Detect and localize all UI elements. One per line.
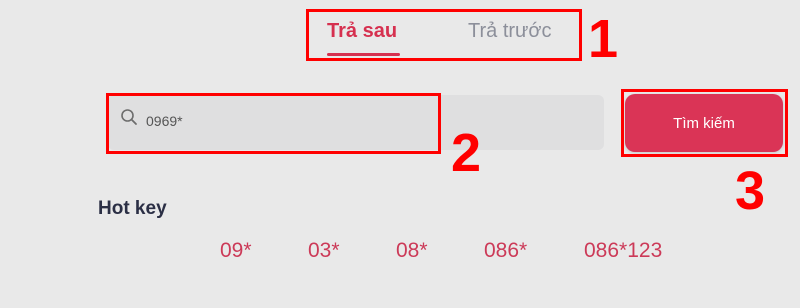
annotation-box-3 — [621, 89, 788, 157]
hotkey-item[interactable]: 086*123 — [584, 239, 662, 263]
annotation-box-1 — [306, 9, 582, 61]
hotkey-item[interactable]: 03* — [308, 239, 340, 263]
hotkey-item[interactable]: 086* — [484, 239, 527, 263]
hotkey-title: Hot key — [98, 198, 167, 219]
hotkey-item[interactable]: 08* — [396, 239, 428, 263]
annotation-number-1: 1 — [588, 9, 619, 69]
annotation-number-2: 2 — [451, 123, 482, 183]
hotkey-item[interactable]: 09* — [220, 239, 252, 263]
annotation-box-2 — [106, 93, 441, 154]
annotation-number-3: 3 — [735, 161, 766, 221]
